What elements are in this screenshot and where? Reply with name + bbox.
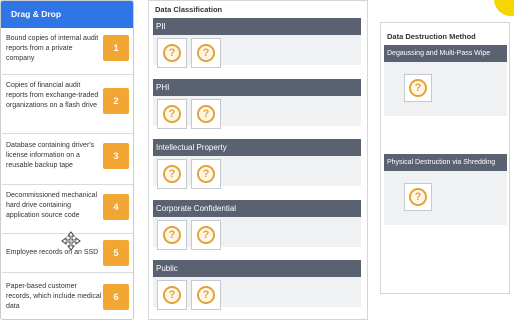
question-mark-icon: ? <box>197 44 215 62</box>
category-label: Intellectual Property <box>153 139 361 156</box>
drag-drop-panel: Drag & Drop Bound copies of internal aud… <box>0 0 134 320</box>
classification-title: Data Classification <box>155 5 223 14</box>
question-mark-icon: ? <box>163 286 181 304</box>
corner-badge <box>494 0 514 16</box>
category-public[interactable]: Public ? ? <box>153 260 361 310</box>
drag-drop-header: Drag & Drop <box>1 1 133 28</box>
method-label: Degaussing and Multi-Pass Wipe <box>384 45 507 62</box>
drop-slot[interactable]: ? <box>157 280 187 310</box>
drag-item-3[interactable]: Database containing driver's license inf… <box>2 135 133 185</box>
drop-slot[interactable]: ? <box>191 159 221 189</box>
drop-zone[interactable]: ? <box>384 171 507 225</box>
category-phi[interactable]: PHI ? ? <box>153 79 361 129</box>
category-intellectual-property[interactable]: Intellectual Property ? ? <box>153 139 361 189</box>
drop-slot[interactable]: ? <box>191 38 221 68</box>
question-mark-icon: ? <box>197 165 215 183</box>
category-label: PHI <box>153 79 361 96</box>
drag-item-number-badge: 3 <box>103 143 129 169</box>
drop-slot[interactable]: ? <box>157 220 187 250</box>
drag-item-2[interactable]: Copies of financial audit reports from e… <box>2 76 133 134</box>
question-mark-icon: ? <box>197 105 215 123</box>
drag-item-number-badge: 4 <box>103 194 129 220</box>
drag-item-text: Copies of financial audit reports from e… <box>6 82 99 109</box>
method-label: Physical Destruction via Shredding <box>384 154 507 171</box>
drag-item-6[interactable]: Paper-based customer records, which incl… <box>2 274 133 319</box>
drop-slot[interactable]: ? <box>191 280 221 310</box>
drag-item-text: Decommissioned mechanical hard drive con… <box>6 192 98 219</box>
destruction-title: Data Destruction Method <box>387 32 476 41</box>
drag-item-text: Database containing driver's license inf… <box>6 142 95 169</box>
question-mark-icon: ? <box>409 79 427 97</box>
category-corporate-confidential[interactable]: Corporate Confidential ? ? <box>153 200 361 250</box>
category-pii[interactable]: PII ? ? <box>153 18 361 68</box>
question-mark-icon: ? <box>163 165 181 183</box>
drop-zone[interactable]: ? <box>384 62 507 116</box>
question-mark-icon: ? <box>163 226 181 244</box>
drag-item-number-badge: 6 <box>103 284 129 310</box>
method-shredding[interactable]: Physical Destruction via Shredding ? <box>384 154 507 225</box>
drag-item-number-badge: 5 <box>103 240 129 266</box>
move-cursor-icon <box>61 231 81 251</box>
drop-slot[interactable]: ? <box>191 99 221 129</box>
category-label: Corporate Confidential <box>153 200 361 217</box>
category-label: PII <box>153 18 361 35</box>
question-mark-icon: ? <box>197 226 215 244</box>
drag-item-number-badge: 1 <box>103 35 129 61</box>
question-mark-icon: ? <box>163 44 181 62</box>
question-mark-icon: ? <box>409 188 427 206</box>
drag-item-text: Employee records on an SSD <box>6 249 99 256</box>
drop-slot[interactable]: ? <box>404 183 432 211</box>
drag-item-number-badge: 2 <box>103 88 129 114</box>
question-mark-icon: ? <box>163 105 181 123</box>
drop-slot[interactable]: ? <box>157 38 187 68</box>
category-label: Public <box>153 260 361 277</box>
destruction-panel: Data Destruction Method Degaussing and M… <box>380 22 510 294</box>
drop-slot[interactable]: ? <box>404 74 432 102</box>
drop-slot[interactable]: ? <box>157 99 187 129</box>
drag-item-text: Bound copies of internal audit reports f… <box>6 35 99 62</box>
drag-item-text: Paper-based customer records, which incl… <box>6 283 102 310</box>
drop-slot[interactable]: ? <box>157 159 187 189</box>
drop-slot[interactable]: ? <box>191 220 221 250</box>
classification-panel: Data Classification PII ? ? PHI ? ? Inte… <box>148 0 368 320</box>
question-mark-icon: ? <box>197 286 215 304</box>
drag-item-4[interactable]: Decommissioned mechanical hard drive con… <box>2 186 133 234</box>
drag-item-1[interactable]: Bound copies of internal audit reports f… <box>2 29 133 75</box>
method-degaussing[interactable]: Degaussing and Multi-Pass Wipe ? <box>384 45 507 116</box>
